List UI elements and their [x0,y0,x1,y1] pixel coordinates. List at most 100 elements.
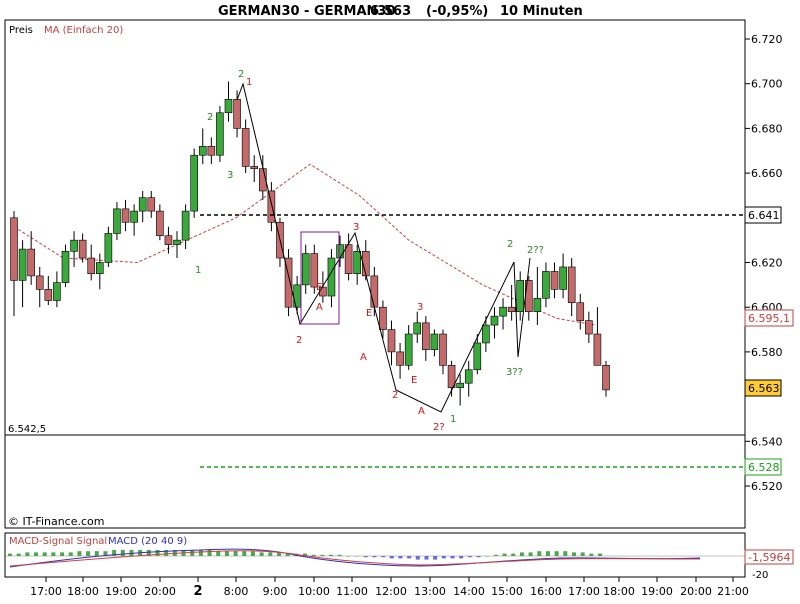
candle-body [344,244,353,274]
lower-price-panel [4,434,746,529]
y-tick-label: 6.580 [751,346,783,359]
x-tick-label: 18:00 [67,585,99,598]
wave-label: 1 [246,77,252,88]
candle-body [404,333,413,366]
macd-bar [502,553,507,556]
candle-body [533,297,542,312]
macd-bar [86,551,91,556]
x-tick-label: 12:00 [375,585,407,598]
x-tick-label: 9:00 [263,585,288,598]
y-tick-label: 6.520 [751,480,783,493]
macd-bar [415,556,420,560]
candle-body [53,282,61,301]
macd-bar [528,552,533,556]
candle-body [156,210,164,236]
y-tick-label: 6.720 [751,33,783,46]
macd-bar [580,552,585,556]
candle-body [61,251,70,283]
candle-body [379,306,387,330]
candle-body [387,329,396,353]
chart-window: GERMAN30 - GERMAN30 6.563 (-0,95%) 10 Mi… [0,0,800,600]
macd-bar [485,556,490,557]
candle-body [181,210,190,241]
candle-body [602,365,610,391]
candle-body [233,99,241,129]
x-tick-label: 17:00 [30,585,62,598]
candle-body [104,233,113,263]
wave-label: 1 [450,414,456,425]
macd-bar [511,553,516,556]
wave-label: A [418,406,425,417]
wave-label: A [316,302,323,313]
macd-bar [42,552,47,556]
candle-body [473,342,482,371]
candle-body [267,190,276,223]
macd-bar [268,552,273,556]
header-change: (-0,95%) [426,4,488,19]
macd-bar [311,554,316,556]
macd-bar [450,556,455,559]
header-price: 6.563 [370,4,411,19]
macd-bar [372,556,377,558]
y-tick-label: 6.680 [751,122,783,135]
candle-body [121,208,130,223]
y-tick-label: 6.700 [751,78,783,91]
macd-bar [493,554,498,556]
y-axis: 6.7206.7006.6806.6606.6206.6006.5806.540… [745,33,783,493]
macd-bar [589,553,594,556]
wave-label: E [366,308,372,319]
macd-bar [320,554,325,556]
wave-label: 3?? [506,367,523,378]
wave-label: 2 [296,335,302,346]
y-tick-label: 6.540 [751,435,783,448]
candle-body [190,154,198,212]
macd-bar [407,556,412,559]
wave-label: E [411,375,417,386]
x-tick-label: 21:00 [717,585,749,598]
candle-body [18,248,27,281]
candle-body [396,351,404,366]
y-tick-label: 6.660 [751,167,783,180]
candle-body [482,324,490,344]
macd-bar [34,552,39,556]
x-tick-label: 11:00 [336,585,368,598]
candle-body [164,235,173,245]
macd-bar [259,552,264,556]
candle-body [499,306,507,317]
macd-bar [250,551,255,556]
macd-bar [77,551,82,556]
candle-body [430,333,439,350]
macd-bar [60,552,65,556]
wave-label: 2?? [527,245,544,256]
macd-bar [459,556,464,559]
header-interval: 10 Minuten [500,4,583,19]
macd-bar [563,551,568,556]
ma-label: MA (Einfach 20) [44,25,123,36]
macd-bar [571,552,576,556]
macd-bar [198,550,203,556]
macd-bar [537,551,542,556]
candle-body [567,266,576,304]
x-tick-label: 20:00 [144,585,176,598]
candle-body [336,244,344,259]
candle-body [542,271,550,299]
candle-body [293,284,301,308]
candle-body [198,145,207,156]
candle-body [422,322,430,350]
candle-body [585,320,593,335]
macd-bar [381,556,386,558]
wave-label: E [316,282,322,293]
candle-body [301,253,310,286]
macd-bar [398,556,403,559]
candle-body [550,271,559,290]
macd-bar [363,556,368,558]
watermark: © IT-Finance.com [8,515,105,528]
candle-body [413,322,422,335]
candle-body [507,306,516,312]
x-tick-label: 16:00 [530,585,562,598]
candle-body [27,248,35,277]
candle-body [173,239,181,245]
candle-body [327,257,336,297]
candle-body [370,275,379,308]
macd-bar [355,556,360,557]
